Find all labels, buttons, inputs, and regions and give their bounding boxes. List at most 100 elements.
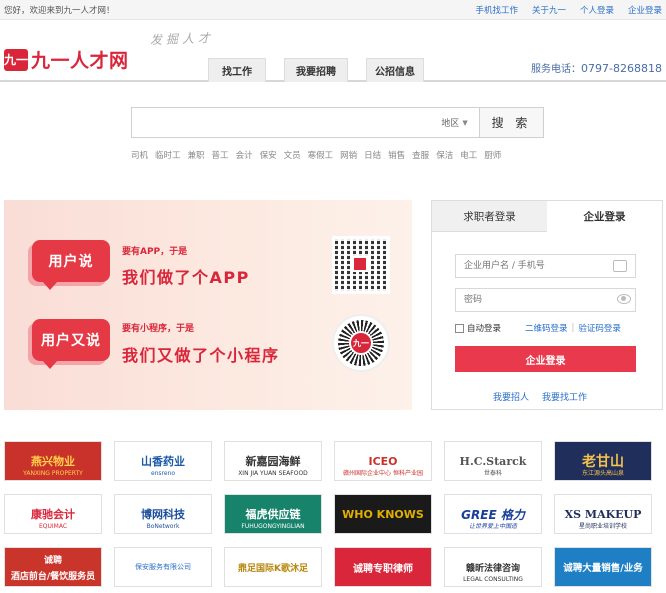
company-logo[interactable]: 诚聘酒店前台/餐饮服务员 bbox=[4, 547, 102, 587]
company-logo[interactable]: 康驰会计 EQUIMAC bbox=[4, 494, 102, 534]
banner-headline-app: 我们做了个APP bbox=[122, 268, 250, 287]
company-logo[interactable]: ICEO 赣州国际企业中心 恒科产业园 bbox=[334, 441, 432, 481]
company-name: 新嘉园海鲜 bbox=[245, 455, 301, 468]
hot-keyword[interactable]: 日结 bbox=[364, 149, 381, 161]
company-sub: XIN JIA YUAN SEAFOOD bbox=[238, 470, 308, 477]
company-name: 保安服务有限公司 bbox=[135, 563, 191, 571]
eye-icon[interactable] bbox=[617, 294, 631, 304]
hot-keyword[interactable]: 查服 bbox=[412, 149, 429, 161]
hot-keyword[interactable]: 临时工 bbox=[155, 149, 181, 161]
company-sub: 让世界爱上中国造 bbox=[468, 523, 517, 530]
speech-bubble-user-says: 用户说 bbox=[32, 240, 110, 290]
company-sub: 世泰科 bbox=[483, 470, 502, 477]
banner-headline-miniprogram: 我们又做了个小程序 bbox=[122, 346, 280, 365]
logo-text: 九一人才网 bbox=[31, 50, 129, 72]
hot-keyword[interactable]: 保安 bbox=[260, 149, 277, 161]
auto-login-checkbox[interactable] bbox=[455, 323, 464, 333]
company-sub: 东江源头高山泉 bbox=[581, 470, 624, 477]
company-logo[interactable]: 新嘉园海鲜 XIN JIA YUAN SEAFOOD bbox=[224, 441, 322, 481]
company-login-link[interactable]: 企业登录 bbox=[628, 4, 662, 16]
hot-keyword[interactable]: 普工 bbox=[212, 149, 229, 161]
company-logo[interactable]: 福虎供应链 FUHUGONGYINGLIAN bbox=[224, 494, 322, 534]
password-field[interactable] bbox=[455, 288, 636, 312]
company-name: 赣昕法律咨询 bbox=[465, 563, 520, 574]
tab-find-job[interactable]: 找工作 bbox=[208, 58, 266, 82]
company-logo[interactable]: 燕兴物业 YANXING PROPERTY bbox=[4, 441, 102, 481]
company-sub: 赣州国际企业中心 恒科产业园 bbox=[343, 470, 423, 477]
tab-recruit[interactable]: 我要招聘 bbox=[284, 58, 348, 82]
company-sub: FUHUGONGYINGLIAN bbox=[241, 523, 305, 530]
company-name: 燕兴物业 bbox=[31, 455, 75, 468]
top-links: 手机找工作 关于九一 个人登录 企业登录 bbox=[475, 4, 662, 16]
company-logo[interactable]: 保安服务有限公司 bbox=[114, 547, 212, 587]
app-promo-banner[interactable]: 用户说 要有APP，于是 我们做了个APP 用户又说 要有小程序，于是 我们又做… bbox=[4, 200, 412, 410]
login-options: 自动登录 二维码登录 | 验证码登录 bbox=[455, 321, 636, 335]
tab-company-login[interactable]: 企业登录 bbox=[547, 201, 662, 232]
company-logo[interactable]: 博网科技 BoNetwork bbox=[114, 494, 212, 534]
username-field[interactable] bbox=[455, 254, 636, 278]
company-logo[interactable]: 赣昕法律咨询 LEGAL CONSULTING bbox=[444, 547, 542, 587]
region-select[interactable]: 地区 ▼ bbox=[430, 107, 479, 138]
main-nav: 找工作 我要招聘 公招信息 bbox=[208, 58, 424, 82]
login-panel: 求职者登录 企业登录 自动登录 二维码登录 | 验证码登录 企业登录 我要招人 … bbox=[431, 200, 663, 410]
hot-keyword[interactable]: 文员 bbox=[284, 149, 301, 161]
login-bottom-links: 我要招人 我要找工作 bbox=[493, 390, 587, 403]
hot-keyword[interactable]: 会计 bbox=[236, 149, 253, 161]
miniprogram-code-icon: 九一 bbox=[332, 314, 390, 372]
chevron-down-icon: ▼ bbox=[462, 118, 468, 127]
hot-keyword[interactable]: 销售 bbox=[388, 149, 405, 161]
hot-keywords: 司机 临时工 兼职 普工 会计 保安 文员 寒假工 网销 日结 销售 查服 保洁… bbox=[131, 149, 501, 161]
hot-keyword[interactable]: 司机 bbox=[131, 149, 148, 161]
hot-keyword[interactable]: 网销 bbox=[340, 149, 357, 161]
speech-bubble-user-says-again: 用户又说 bbox=[32, 319, 110, 369]
company-logo[interactable]: 山香药业 ensreno bbox=[114, 441, 212, 481]
company-logo[interactable]: 鼎足国际K歌沐足 bbox=[224, 547, 322, 587]
hot-keyword[interactable]: 保洁 bbox=[436, 149, 453, 161]
region-label: 地区 bbox=[441, 119, 460, 129]
company-name: 山香药业 bbox=[141, 455, 185, 468]
about-link[interactable]: 关于九一 bbox=[532, 4, 566, 16]
company-logo[interactable]: WHO KNOWS bbox=[334, 494, 432, 534]
hot-keyword[interactable]: 厨师 bbox=[484, 149, 501, 161]
company-name: 博网科技 bbox=[141, 508, 185, 521]
company-logo[interactable]: H.C.Starck 世泰科 bbox=[444, 441, 542, 481]
hot-keyword[interactable]: 电工 bbox=[460, 149, 477, 161]
company-logo[interactable]: XS MAKEUP 星尚职业培训学校 bbox=[554, 494, 652, 534]
search-button[interactable]: 搜 索 bbox=[479, 107, 544, 138]
header: 九一 九一人才网 发掘人才 找工作 我要招聘 公招信息 服务电话：0797-82… bbox=[0, 20, 666, 82]
banner-subtitle-miniprogram: 要有小程序，于是 bbox=[122, 324, 195, 334]
tab-jobseeker-login[interactable]: 求职者登录 bbox=[432, 201, 547, 232]
company-logo[interactable]: GREE 格力 让世界爱上中国造 bbox=[444, 494, 542, 534]
company-sub: 星尚职业培训学校 bbox=[578, 523, 627, 530]
company-name: 诚聘 bbox=[43, 555, 62, 566]
find-job-link[interactable]: 我要找工作 bbox=[542, 390, 587, 403]
phone-number: 0797-8268818 bbox=[581, 62, 662, 75]
personal-login-link[interactable]: 个人登录 bbox=[580, 4, 614, 16]
qr-login-link[interactable]: 二维码登录 bbox=[525, 322, 568, 334]
company-logo[interactable]: 诚聘专职律师 bbox=[334, 547, 432, 587]
mobile-job-link[interactable]: 手机找工作 bbox=[475, 4, 518, 16]
site-logo[interactable]: 九一 九一人才网 bbox=[4, 46, 129, 73]
hire-link[interactable]: 我要招人 bbox=[493, 390, 529, 403]
service-phone: 服务电话：0797-8268818 bbox=[531, 60, 662, 75]
hot-keyword[interactable]: 兼职 bbox=[188, 149, 205, 161]
company-name: WHO KNOWS bbox=[342, 507, 424, 521]
company-name: 康驰会计 bbox=[31, 508, 75, 521]
company-logo[interactable]: 诚聘大量销售/业务 bbox=[554, 547, 652, 587]
top-bar: 您好，欢迎来到九一人才网！ 手机找工作 关于九一 个人登录 企业登录 bbox=[0, 0, 666, 20]
company-login-button[interactable]: 企业登录 bbox=[455, 346, 636, 372]
company-name: XS MAKEUP bbox=[564, 507, 642, 521]
search-box: 地区 ▼ 搜 索 bbox=[131, 107, 544, 138]
company-sub: 酒店前台/餐饮服务员 bbox=[10, 571, 96, 582]
user-card-icon bbox=[613, 260, 627, 272]
company-logo[interactable]: 老甘山 东江源头高山泉 bbox=[554, 441, 652, 481]
code-login-link[interactable]: 验证码登录 bbox=[578, 322, 621, 334]
tab-public-recruitment[interactable]: 公招信息 bbox=[366, 58, 424, 82]
divider: | bbox=[571, 323, 575, 333]
logo-badge: 九一 bbox=[4, 48, 28, 71]
company-name: 诚聘专职律师 bbox=[353, 563, 413, 575]
search-input[interactable] bbox=[131, 107, 430, 138]
company-name: GREE 格力 bbox=[461, 507, 525, 522]
hot-keyword[interactable]: 寒假工 bbox=[308, 149, 334, 161]
banner-subtitle-app: 要有APP，于是 bbox=[122, 247, 188, 257]
